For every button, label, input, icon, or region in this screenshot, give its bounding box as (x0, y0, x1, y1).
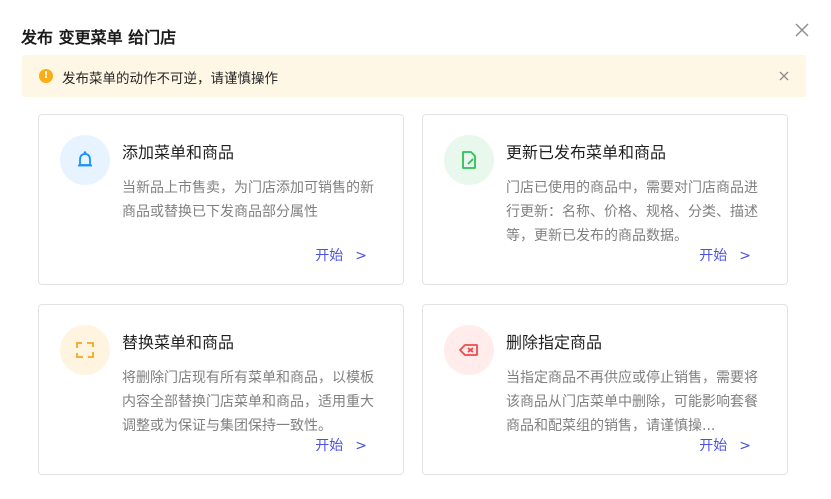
card-delete-items[interactable]: 删除指定商品 当指定商品不再供应或停止销售，需要将该商品从门店菜单中删除，可能影… (422, 304, 788, 475)
chevron-right-icon: > (355, 438, 367, 454)
exclamation-circle-icon: ! (39, 69, 53, 83)
publish-dialog: 发布 变更菜单 给门店 ! 发布菜单的动作不可逆，请谨慎操作 添加菜单和商品 当… (0, 0, 831, 499)
dialog-title: 发布 变更菜单 给门店 (21, 28, 177, 47)
card-title: 更新已发布菜单和商品 (506, 143, 667, 162)
chevron-right-icon: > (739, 248, 751, 264)
card-description: 门店已使用的商品中，需要对门店商品进行更新：名称、价格、规格、分类、描述等，更新… (506, 180, 758, 244)
close-icon[interactable] (792, 20, 812, 40)
chevron-right-icon: > (355, 248, 367, 264)
start-link[interactable]: 开始 > (699, 245, 751, 265)
start-label: 开始 (315, 438, 344, 454)
card-title: 替换菜单和商品 (122, 333, 235, 352)
card-replace-menu[interactable]: 替换菜单和商品 将删除门店现有所有菜单和商品，以模板内容全部替换门店菜单和商品，… (38, 304, 404, 475)
start-link[interactable]: 开始 > (315, 245, 367, 265)
close-icon[interactable] (776, 68, 792, 84)
warning-text: 发布菜单的动作不可逆，请谨慎操作 (62, 71, 278, 87)
bell-icon (60, 135, 110, 185)
delete-tag-icon (444, 325, 494, 375)
card-description: 将删除门店现有所有菜单和商品，以模板内容全部替换门店菜单和商品，适用重大调整或为… (122, 370, 374, 434)
warning-banner: ! 发布菜单的动作不可逆，请谨慎操作 (22, 55, 806, 97)
card-description: 当新品上市售卖，为门店添加可销售的新商品或替换已下发商品部分属性 (122, 180, 374, 220)
card-title: 添加菜单和商品 (122, 143, 235, 162)
start-label: 开始 (315, 248, 344, 264)
start-link[interactable]: 开始 > (699, 435, 751, 455)
card-title: 删除指定商品 (506, 333, 603, 352)
file-edit-icon (444, 135, 494, 185)
card-description: 当指定商品不再供应或停止销售，需要将该商品从门店菜单中删除，可能影响套餐商品和配… (506, 370, 758, 434)
chevron-right-icon: > (739, 438, 751, 454)
swap-icon (60, 325, 110, 375)
card-add-menu[interactable]: 添加菜单和商品 当新品上市售卖，为门店添加可销售的新商品或替换已下发商品部分属性… (38, 114, 404, 285)
start-label: 开始 (699, 438, 728, 454)
card-update-menu[interactable]: 更新已发布菜单和商品 门店已使用的商品中，需要对门店商品进行更新：名称、价格、规… (422, 114, 788, 285)
start-label: 开始 (699, 248, 728, 264)
start-link[interactable]: 开始 > (315, 435, 367, 455)
